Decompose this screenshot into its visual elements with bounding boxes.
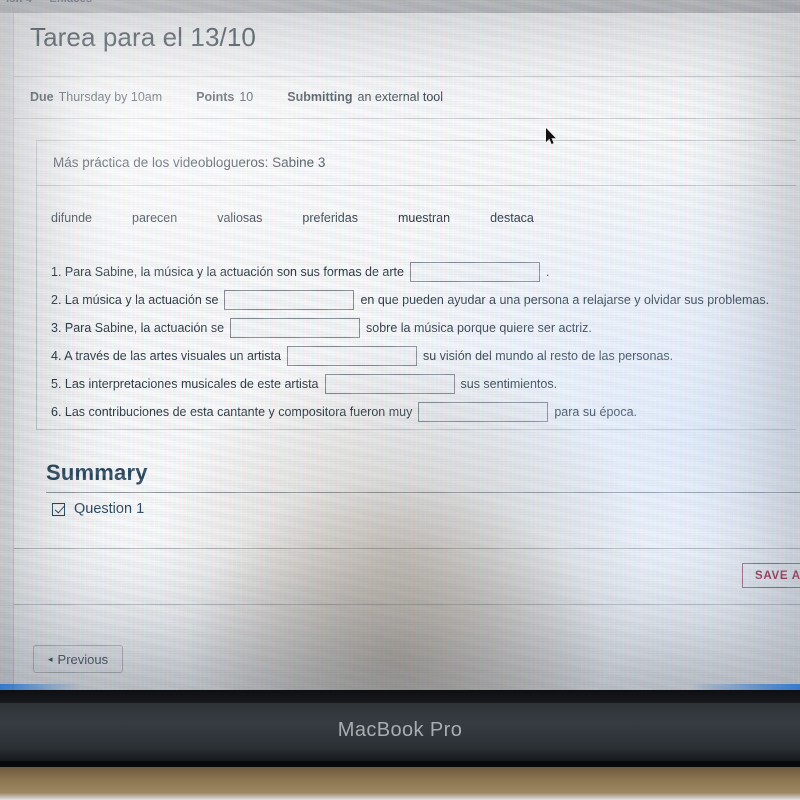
word-bank-item-parecen[interactable]: parecen	[132, 211, 177, 225]
divider-under-summary	[46, 492, 800, 493]
answer-blank-input-3[interactable]	[230, 318, 361, 338]
divider-under-meta	[14, 118, 800, 119]
divider-above-save	[14, 548, 800, 549]
breadcrumb-item-course[interactable]: ish 4	[6, 0, 32, 5]
word-bank-item-difunde[interactable]: difunde	[51, 211, 92, 225]
question-list: 1. Para Sabine, la música y la actuación…	[51, 259, 791, 427]
checkbox-checked-icon[interactable]	[52, 502, 65, 516]
photograph-of-laptop: ish 4 Enlaces Tarea para el 13/10 Due Thu…	[0, 0, 800, 800]
question-text-after-blank: .	[545, 265, 550, 279]
summary-item-label: Question 1	[74, 501, 145, 517]
quiz-container: Más práctica de los videoblogueros: Sabi…	[36, 140, 796, 430]
due-label: Due	[30, 90, 54, 104]
breadcrumb-item-links[interactable]: Enlaces	[49, 0, 92, 5]
word-bank-item-valiosas[interactable]: valiosas	[217, 211, 262, 225]
question-text-before-blank: 4. A través de las artes visuales un art…	[51, 349, 281, 363]
question-row: 6. Las contribuciones de esta cantante y…	[51, 399, 791, 425]
question-row: 1. Para Sabine, la música y la actuación…	[51, 259, 791, 285]
points-value: 10	[239, 90, 254, 104]
question-text-after-blank: su visión del mundo al resto de las pers…	[422, 349, 674, 363]
word-bank-item-preferidas[interactable]: preferidas	[302, 211, 358, 225]
question-text-before-blank: 1. Para Sabine, la música y la actuación…	[51, 265, 404, 279]
answer-blank-input-4[interactable]	[286, 346, 417, 366]
laptop-screen: ish 4 Enlaces Tarea para el 13/10 Due Thu…	[0, 0, 800, 690]
question-text-after-blank: sus sentimientos.	[460, 377, 558, 391]
quiz-title: Más práctica de los videoblogueros: Sabi…	[53, 155, 326, 170]
question-row: 3. Para Sabine, la actuación se sobre la…	[51, 315, 791, 341]
word-bank-item-muestran[interactable]: muestran	[398, 211, 450, 225]
question-text-before-blank: 6. Las contribuciones de esta cantante y…	[51, 405, 413, 419]
word-bank-item-destaca[interactable]: destaca	[490, 211, 534, 225]
answer-blank-input-5[interactable]	[324, 374, 455, 394]
question-row: 5. Las interpretaciones musicales de est…	[51, 371, 791, 397]
summary-heading: Summary	[46, 460, 148, 485]
answer-blank-input-6[interactable]	[418, 402, 549, 422]
question-text-after-blank: en que pueden ayudar a una persona a rel…	[360, 293, 770, 307]
laptop-bezel: MacBook Pro	[0, 703, 800, 761]
desk-surface	[0, 767, 800, 800]
chevron-left-icon: ◂	[48, 653, 53, 664]
question-row: 4. A través de las artes visuales un art…	[51, 343, 791, 369]
question-text-after-blank: sobre la música porque quiere ser actriz…	[366, 321, 592, 335]
bezel-top-edge	[0, 690, 800, 703]
previous-button-label: Previous	[57, 651, 109, 667]
submitting-value: an external tool	[357, 90, 444, 104]
save-button[interactable]: SAVE A	[742, 563, 800, 588]
page-title: Tarea para el 13/10	[30, 22, 256, 52]
browser-chrome-strip: ish 4 Enlaces	[0, 0, 800, 13]
question-text-after-blank: para su época.	[554, 405, 638, 419]
breadcrumb[interactable]: ish 4 Enlaces	[6, 0, 106, 5]
points-label: Points	[196, 90, 235, 104]
question-text-before-blank: 5. Las interpretaciones musicales de est…	[51, 377, 319, 391]
quiz-header: Más práctica de los videoblogueros: Sabi…	[37, 141, 796, 186]
answer-blank-input-2[interactable]	[224, 290, 355, 310]
summary-list-item[interactable]: Question 1	[52, 501, 144, 517]
macbook-pro-label: MacBook Pro	[337, 719, 463, 741]
question-text-before-blank: 2. La música y la actuación se	[51, 293, 219, 307]
canvas-assignment-page: ish 4 Enlaces Tarea para el 13/10 Due Thu…	[0, 0, 800, 690]
assignment-meta-row: Due Thursday by 10am Points 10 Submitting an …	[30, 90, 477, 104]
question-text-before-blank: 3. Para Sabine, la actuación se	[51, 321, 225, 335]
submitting-label: Submitting	[287, 90, 353, 104]
divider-below-save	[14, 604, 800, 605]
word-bank: difunde parecen valiosas preferidas muestran…	[51, 211, 574, 225]
due-value: Thursday by 10am	[58, 90, 163, 104]
question-row: 2. La música y la actuación se en que pu…	[51, 287, 791, 313]
divider-under-title	[14, 76, 800, 77]
previous-button[interactable]: ◂ Previous	[33, 645, 124, 673]
answer-blank-input-1[interactable]	[409, 262, 540, 282]
page-left-gutter	[0, 13, 14, 690]
